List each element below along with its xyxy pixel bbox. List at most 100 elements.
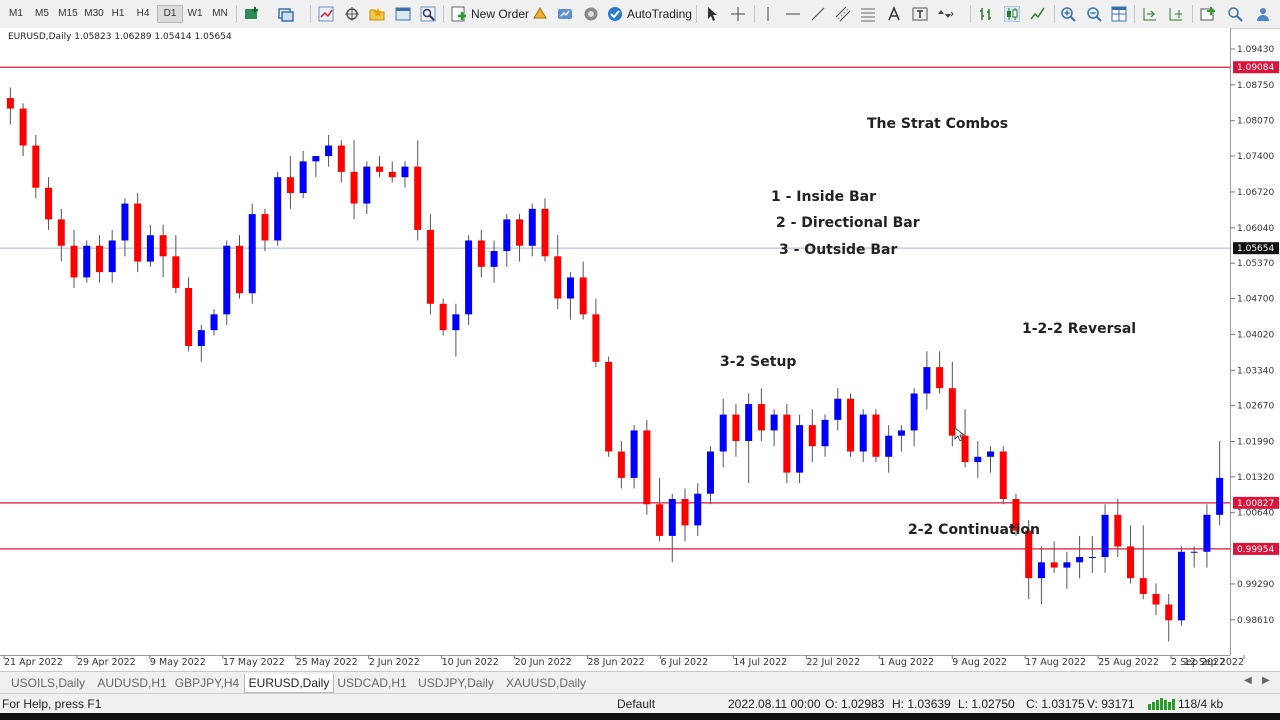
toolbar-separator <box>443 5 444 23</box>
cursor-icon[interactable] <box>704 6 720 22</box>
candle-body <box>770 414 778 431</box>
timeframe-m30-button[interactable]: M30 <box>82 6 106 22</box>
tab-eurusd-daily[interactable]: EURUSD,Daily <box>244 674 334 693</box>
timeframe-m5-button[interactable]: M5 <box>30 6 54 22</box>
text-label-icon[interactable] <box>912 6 928 22</box>
status-bar: For Help, press F1 Default 2022.08.11 00… <box>0 693 1280 714</box>
timeframe-m1-button[interactable]: M1 <box>4 6 28 22</box>
auto-scroll-icon[interactable] <box>1142 6 1158 22</box>
candle-body <box>299 161 307 193</box>
candle-body <box>197 330 205 346</box>
candle-body <box>936 367 944 389</box>
tab-audusd-h1[interactable]: AUDUSD,H1 <box>94 674 170 692</box>
new-order-icon <box>451 6 466 22</box>
status-volume: V: 93171 <box>1087 697 1135 711</box>
timeframe-w1-button[interactable]: W1 <box>183 6 207 22</box>
candle-body <box>490 251 498 267</box>
status-high: H: 1.03639 <box>892 697 951 711</box>
tab-usoils-daily[interactable]: USOILS,Daily <box>4 674 92 692</box>
horizontal-line-icon[interactable] <box>785 6 801 22</box>
tab-scroll-left-icon[interactable]: ◀ <box>1244 675 1252 686</box>
candlestick <box>248 203 256 304</box>
timeframe-h4-button[interactable]: H4 <box>131 6 155 22</box>
candle-body <box>70 245 78 278</box>
status-low: L: 1.02750 <box>958 697 1015 711</box>
crosshair-icon[interactable] <box>730 6 746 22</box>
candle-body <box>19 108 27 146</box>
tab-usdjpy-daily[interactable]: USDJPY,Daily <box>412 674 500 692</box>
chart-shift-icon[interactable] <box>1168 6 1184 22</box>
new-chart-icon[interactable] <box>244 6 260 22</box>
signals-icon[interactable] <box>557 6 573 22</box>
candle-body <box>796 425 804 473</box>
time-axis-label: 9 May 2022 <box>150 657 206 668</box>
market-watch-icon[interactable] <box>318 6 334 22</box>
tile-windows-icon[interactable] <box>1111 6 1127 22</box>
toolbar-separator <box>310 5 311 23</box>
price-axis-label: 1.03340 <box>1237 366 1274 376</box>
strategy-tester-icon[interactable] <box>420 6 436 22</box>
candle-body <box>388 171 396 178</box>
candle-body <box>999 451 1007 499</box>
price-axis-label: 1.08070 <box>1237 117 1274 127</box>
toolbar-separator <box>1134 5 1135 23</box>
candle-body <box>439 303 447 331</box>
price-chart[interactable]: 1.09430 1.08750 1.08070 1.07400 1.06720 1.060… <box>0 28 1280 671</box>
candle-body <box>732 414 740 441</box>
tab-scroll-right-icon[interactable]: ▶ <box>1262 675 1270 686</box>
candlestick <box>846 393 854 457</box>
arrows-icon[interactable] <box>938 6 954 22</box>
candle-body <box>426 229 434 304</box>
community-icon[interactable] <box>1255 6 1271 22</box>
candle-body <box>541 208 549 257</box>
candle-body <box>172 256 180 288</box>
new-order-label: New Order <box>471 7 530 21</box>
candle-body <box>235 245 243 294</box>
metaeditor-icon[interactable] <box>532 6 548 22</box>
candle-body <box>630 430 638 478</box>
timeframe-h1-button[interactable]: H1 <box>106 6 130 22</box>
candle-body <box>146 235 154 262</box>
terminal-icon[interactable] <box>395 6 411 22</box>
time-axis-label: 25 Aug 2022 <box>1098 657 1159 668</box>
autotrading-button[interactable]: AutoTrading <box>604 4 695 24</box>
zoom-out-icon[interactable] <box>1086 6 1102 22</box>
time-axis-label: 17 May 2022 <box>223 657 285 668</box>
candlestick <box>274 171 282 246</box>
trendline-icon[interactable] <box>810 6 826 22</box>
bar-chart-icon[interactable] <box>978 6 994 22</box>
new-order-button[interactable]: New Order <box>448 4 532 24</box>
candle-body <box>1190 551 1198 553</box>
zoom-in-icon[interactable] <box>1060 6 1076 22</box>
vertical-line-icon[interactable] <box>760 6 776 22</box>
timeframe-mn-button[interactable]: MN <box>208 6 232 22</box>
navigator-icon[interactable] <box>344 6 360 22</box>
candlestick <box>643 419 651 515</box>
profiles-icon[interactable] <box>278 6 294 22</box>
favorites-icon[interactable] <box>369 6 385 22</box>
line-chart-icon[interactable] <box>1030 6 1046 22</box>
autotrading-label: AutoTrading <box>627 7 692 21</box>
tab-xauusd-daily[interactable]: XAUUSD,Daily <box>502 674 590 692</box>
market-icon[interactable] <box>583 6 599 22</box>
timeframe-m15-button[interactable]: M15 <box>56 6 80 22</box>
candle-body <box>159 235 167 257</box>
candle-body <box>6 98 14 109</box>
price-axis-label: 1.08750 <box>1237 81 1274 91</box>
chart-header: EURUSD,Daily 1.05823 1.06289 1.05414 1.0… <box>8 32 232 42</box>
level-price-tag: 0.99954 <box>1237 545 1274 555</box>
timeframe-d1-button[interactable]: D1 <box>157 5 183 23</box>
tab-usdcad-h1[interactable]: USDCAD,H1 <box>334 674 410 692</box>
candlesticks-icon[interactable] <box>1004 6 1020 22</box>
text-tool-icon[interactable] <box>886 6 902 22</box>
indicators-icon[interactable] <box>1200 6 1216 22</box>
fibonacci-icon[interactable] <box>860 6 876 22</box>
status-close: C: 1.03175 <box>1026 697 1085 711</box>
search-icon[interactable] <box>1227 6 1243 22</box>
candle-body <box>592 314 600 362</box>
tab-gbpjpy-h4[interactable]: GBPJPY,H4 <box>172 674 242 692</box>
price-axis-label: 1.02670 <box>1237 402 1274 412</box>
candle-body <box>134 203 142 262</box>
equidistant-channel-icon[interactable] <box>835 6 851 22</box>
candle-body <box>261 214 269 241</box>
